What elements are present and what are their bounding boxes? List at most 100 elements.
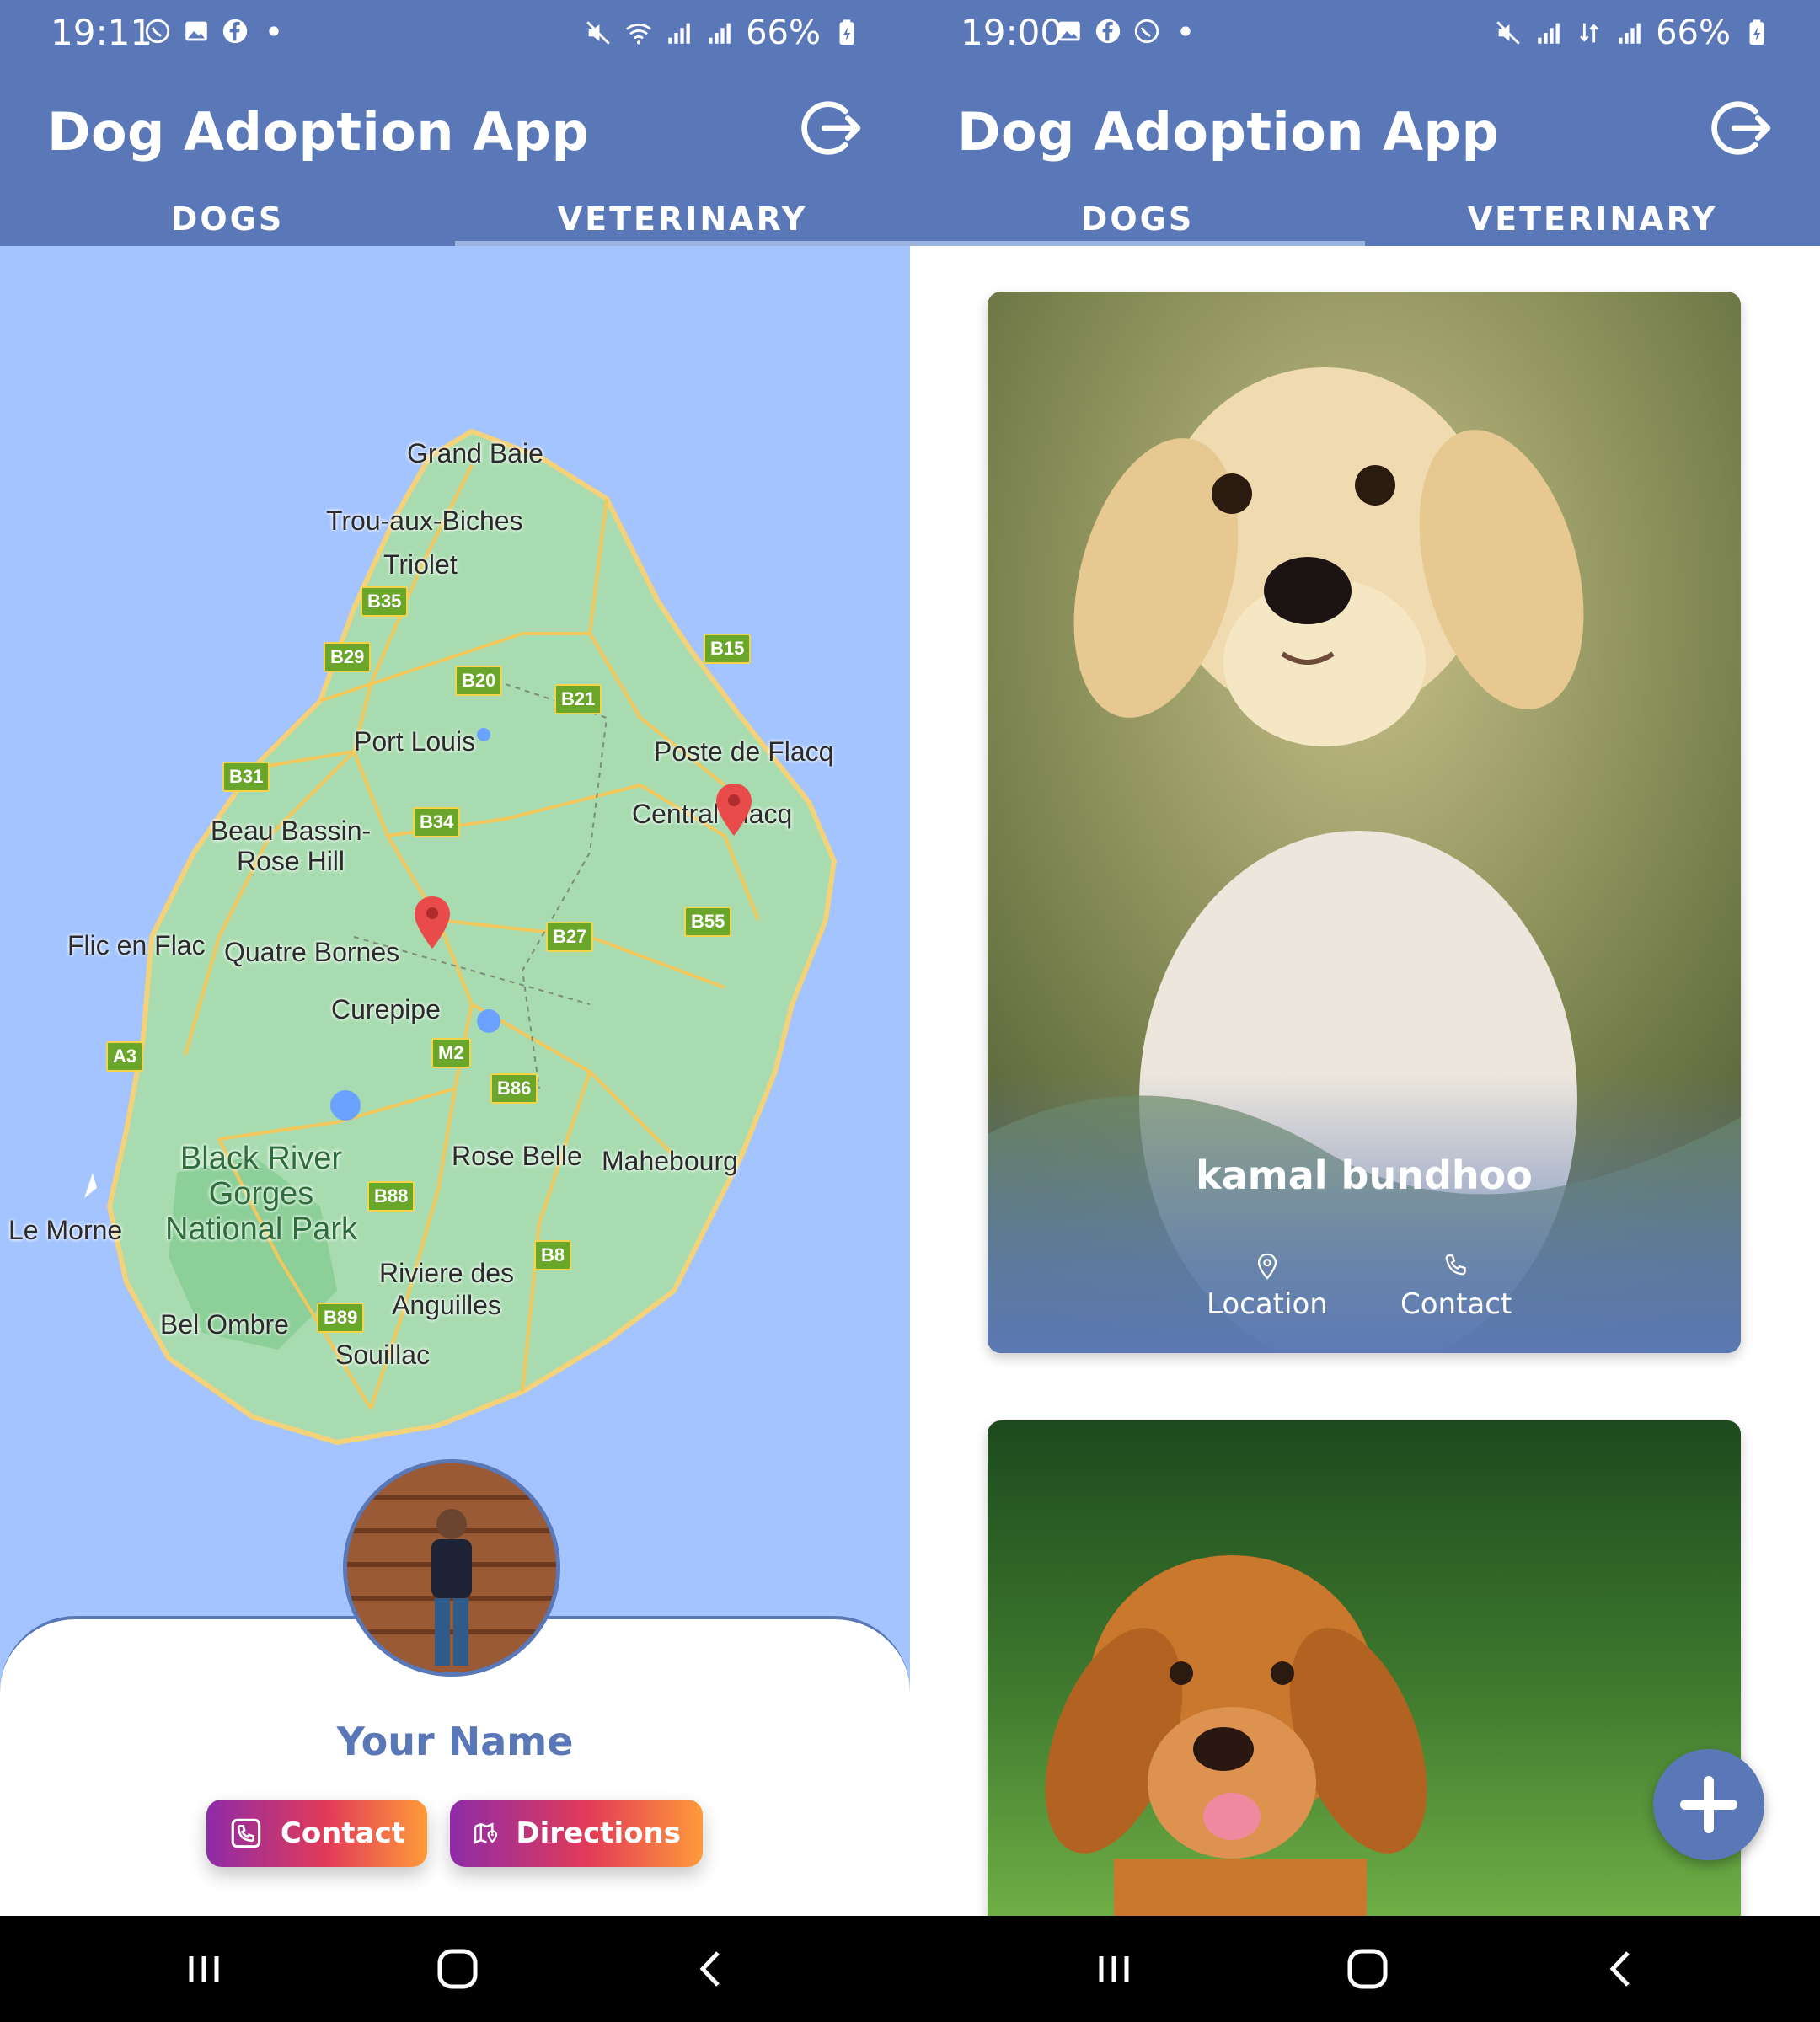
mute-icon xyxy=(586,21,610,45)
veterinary-screen: 19:11 66% Dog Adoption App DOGS VETERINA… xyxy=(0,0,910,1916)
dog-owner-name: kamal bundhoo xyxy=(1196,1153,1533,1198)
phone-icon xyxy=(231,1818,261,1848)
plus-icon xyxy=(1680,1776,1737,1833)
map-label-grand-baie: Grand Baie xyxy=(407,438,543,468)
logout-icon[interactable] xyxy=(799,94,866,162)
map-label-bel-ombre: Bel Ombre xyxy=(160,1309,289,1340)
recent-apps-icon[interactable] xyxy=(1084,1941,1143,1997)
map-label-port-louis: Port Louis xyxy=(354,726,476,757)
mobile-data-icon xyxy=(1580,23,1599,43)
map-label-black-river: Black River Gorges National Park xyxy=(164,1141,358,1247)
nav-group xyxy=(910,1916,1820,2022)
status-time: 19:00 xyxy=(961,12,1063,53)
road-badge: B20 xyxy=(455,666,503,696)
map-label-quatre-bornes: Quatre Bornes xyxy=(224,937,400,967)
nav-group xyxy=(0,1916,910,2022)
add-dog-button[interactable] xyxy=(1653,1749,1764,1860)
location-label: Location xyxy=(1207,1287,1328,1321)
dog-card[interactable]: kamal bundhoo Location Contact xyxy=(988,292,1741,1353)
profile-name: Your Name xyxy=(336,1719,574,1764)
map-label-curepipe: Curepipe xyxy=(331,994,441,1024)
logout-icon[interactable] xyxy=(1709,94,1776,162)
map-label-le-morne: Le Morne xyxy=(8,1215,123,1245)
tab-veterinary[interactable]: VETERINARY xyxy=(455,192,910,246)
battery-icon xyxy=(1749,19,1764,45)
road-badge: B86 xyxy=(490,1073,538,1104)
road-badge: B35 xyxy=(361,586,409,617)
home-icon[interactable] xyxy=(428,1941,487,1997)
home-icon[interactable] xyxy=(1338,1941,1397,1997)
whatsapp-icon xyxy=(1134,19,1159,44)
map-label-flic-en-flac: Flic en Flac xyxy=(67,930,206,960)
contact-label: Contact xyxy=(1400,1287,1512,1321)
status-bar: 19:11 66% xyxy=(0,0,910,66)
tab-bar: DOGS VETERINARY xyxy=(910,192,1820,246)
road-badge: B55 xyxy=(684,907,732,937)
map-label-central-flacq: Central Flacq xyxy=(632,799,793,829)
phone-icon xyxy=(1445,1254,1466,1276)
avatar-image xyxy=(347,1463,556,1672)
back-icon[interactable] xyxy=(682,1941,741,1997)
dog-list[interactable]: kamal bundhoo Location Contact xyxy=(910,246,1820,1916)
notification-icons xyxy=(1055,17,1200,45)
map-label-poste-de-flacq: Poste de Flacq xyxy=(654,736,834,767)
signal-icon xyxy=(1538,23,1560,44)
app-title: Dog Adoption App xyxy=(47,101,590,163)
road-badge: M2 xyxy=(431,1038,471,1068)
map-pin-icon[interactable] xyxy=(413,895,452,950)
notification-icons xyxy=(143,17,288,45)
dog-photo-golden-retriever xyxy=(988,1420,1741,1916)
dot-icon xyxy=(1180,26,1191,36)
facebook-icon xyxy=(1095,19,1121,44)
contact-button[interactable]: Contact xyxy=(206,1800,427,1867)
map-label-trou-aux-biches: Trou-aux-Biches xyxy=(326,506,523,536)
dogs-screen: 19:00 66% Dog Adoption App DOGS VETERINA… xyxy=(910,0,1820,1916)
road-badge: B8 xyxy=(534,1240,572,1270)
system-icons: 66% xyxy=(1494,13,1771,52)
directions-button[interactable]: Directions xyxy=(450,1800,703,1867)
map-label-rose-belle: Rose Belle xyxy=(452,1141,582,1171)
location-pin-icon xyxy=(1257,1253,1277,1280)
status-time: 19:11 xyxy=(51,12,153,53)
avatar xyxy=(343,1459,560,1677)
tab-veterinary[interactable]: VETERINARY xyxy=(1365,192,1820,246)
battery-percent: 66% xyxy=(1656,13,1731,52)
road-badge: B31 xyxy=(222,762,270,792)
battery-icon xyxy=(839,19,854,45)
location-button[interactable]: Location xyxy=(1207,1252,1328,1321)
whatsapp-icon xyxy=(145,19,170,44)
contact-button-label: Contact xyxy=(280,1816,405,1850)
status-bar: 19:00 66% xyxy=(910,0,1820,66)
map-label-souillac: Souillac xyxy=(335,1340,431,1370)
contact-button[interactable]: Contact xyxy=(1400,1252,1512,1321)
tab-dogs[interactable]: DOGS xyxy=(910,192,1365,246)
road-badge: A3 xyxy=(106,1041,144,1072)
gallery-icon xyxy=(1058,21,1080,41)
map-label-beau-bassin: Beau Bassin-Rose Hill xyxy=(210,816,372,876)
signal-icon xyxy=(709,23,731,44)
road-badge: B89 xyxy=(317,1303,365,1333)
facebook-icon xyxy=(222,19,248,44)
road-badge: B15 xyxy=(704,634,752,664)
map-label-mahebourg: Mahebourg xyxy=(602,1146,738,1176)
signal-icon xyxy=(1619,23,1641,44)
battery-percent: 66% xyxy=(746,13,821,52)
signal-icon xyxy=(668,23,690,44)
map-label-riviere-des-anguilles: Riviere des Anguilles xyxy=(378,1258,515,1320)
map-pin-icon[interactable] xyxy=(715,782,753,837)
road-badge: B27 xyxy=(546,922,594,952)
system-navigation-bar xyxy=(0,1916,1820,2022)
dog-card[interactable] xyxy=(988,1420,1741,1916)
app-title: Dog Adoption App xyxy=(957,101,1500,163)
dot-icon xyxy=(269,26,279,36)
road-badge: B21 xyxy=(554,684,602,714)
road-badge: B29 xyxy=(324,642,372,672)
map-label-triolet: Triolet xyxy=(383,549,458,580)
mute-icon xyxy=(1496,21,1520,45)
tab-dogs[interactable]: DOGS xyxy=(0,192,455,246)
directions-button-label: Directions xyxy=(516,1816,681,1850)
back-icon[interactable] xyxy=(1592,1941,1651,1997)
tab-bar: DOGS VETERINARY xyxy=(0,192,910,246)
road-badge: B34 xyxy=(413,807,461,837)
recent-apps-icon[interactable] xyxy=(174,1941,233,1997)
